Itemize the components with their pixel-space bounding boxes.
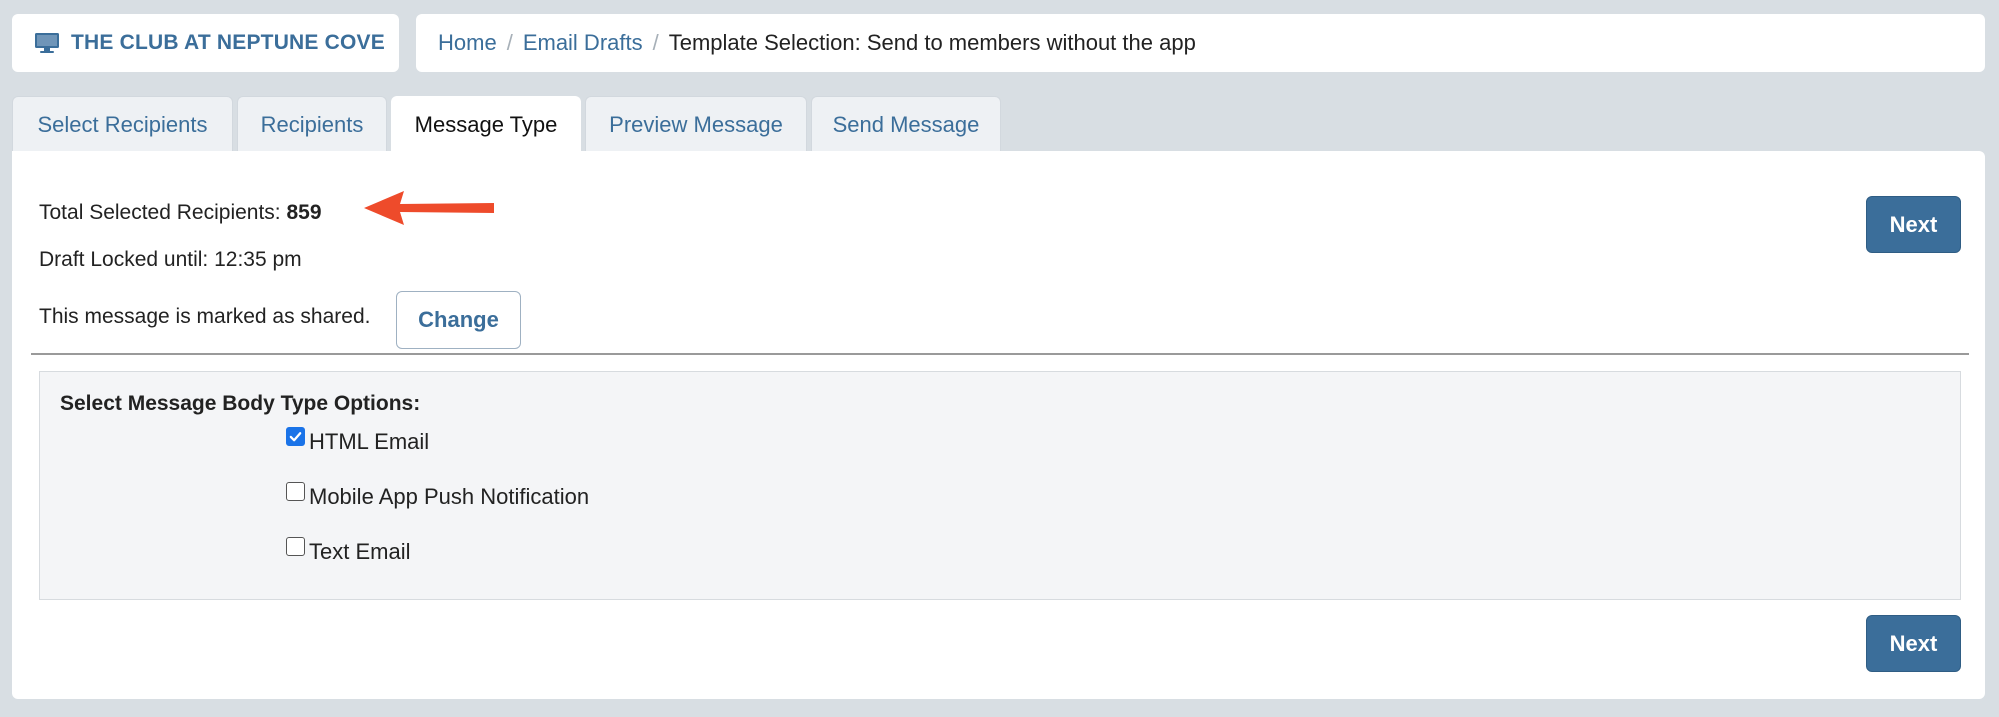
- total-recipients-label: Total Selected Recipients:: [39, 201, 287, 224]
- breadcrumb-separator: /: [652, 30, 659, 55]
- option-mobile-push[interactable]: Mobile App Push Notification: [286, 481, 590, 510]
- breadcrumb: Home / Email Drafts / Template Selection…: [416, 14, 1985, 72]
- breadcrumb-separator: /: [506, 30, 513, 55]
- draft-locked-text: Draft Locked until: 12:35 pm: [39, 248, 302, 271]
- html-email-label: HTML Email: [309, 429, 430, 454]
- breadcrumb-current: Template Selection: Send to members with…: [668, 30, 1196, 55]
- tab-preview-message[interactable]: Preview Message: [585, 96, 807, 152]
- options-title: Select Message Body Type Options:: [60, 392, 421, 415]
- total-recipients-count: 859: [286, 201, 322, 224]
- brand-name: THE CLUB AT NEPTUNE COVE: [71, 31, 385, 54]
- next-button-top[interactable]: Next: [1866, 196, 1961, 253]
- tab-send-message[interactable]: Send Message: [811, 96, 1001, 152]
- red-arrow-annotation: [364, 191, 494, 225]
- option-text-email[interactable]: Text Email: [286, 536, 411, 565]
- html-email-checkbox[interactable]: [286, 426, 305, 446]
- body-type-options: Select Message Body Type Options: HTML E…: [39, 371, 1961, 600]
- total-recipients: Total Selected Recipients: 859: [39, 201, 322, 225]
- mobile-push-checkbox[interactable]: [286, 481, 305, 501]
- monitor-icon: [34, 32, 60, 54]
- top-bar: THE CLUB AT NEPTUNE COVE Home / Email Dr…: [12, 14, 1985, 72]
- brand-home-link[interactable]: THE CLUB AT NEPTUNE COVE: [12, 14, 399, 72]
- mobile-push-label: Mobile App Push Notification: [309, 484, 590, 509]
- option-html-email[interactable]: HTML Email: [286, 426, 430, 455]
- text-email-checkbox[interactable]: [286, 536, 305, 556]
- shared-status-text: This message is marked as shared.: [39, 305, 371, 328]
- section-divider: [31, 353, 1969, 355]
- tab-recipients[interactable]: Recipients: [237, 96, 387, 152]
- breadcrumb-email-drafts[interactable]: Email Drafts: [523, 30, 643, 56]
- text-email-label: Text Email: [309, 539, 411, 564]
- message-type-panel: Total Selected Recipients: 859 Draft Loc…: [12, 151, 1985, 699]
- checkmark-icon: [289, 431, 302, 441]
- next-button-bottom[interactable]: Next: [1866, 615, 1961, 672]
- change-shared-button[interactable]: Change: [396, 291, 521, 349]
- tab-select-recipients[interactable]: Select Recipients: [12, 96, 233, 152]
- tab-message-type[interactable]: Message Type: [391, 96, 581, 153]
- wizard-tabs: Select Recipients Recipients Message Typ…: [12, 96, 1005, 153]
- breadcrumb-home[interactable]: Home: [438, 30, 497, 56]
